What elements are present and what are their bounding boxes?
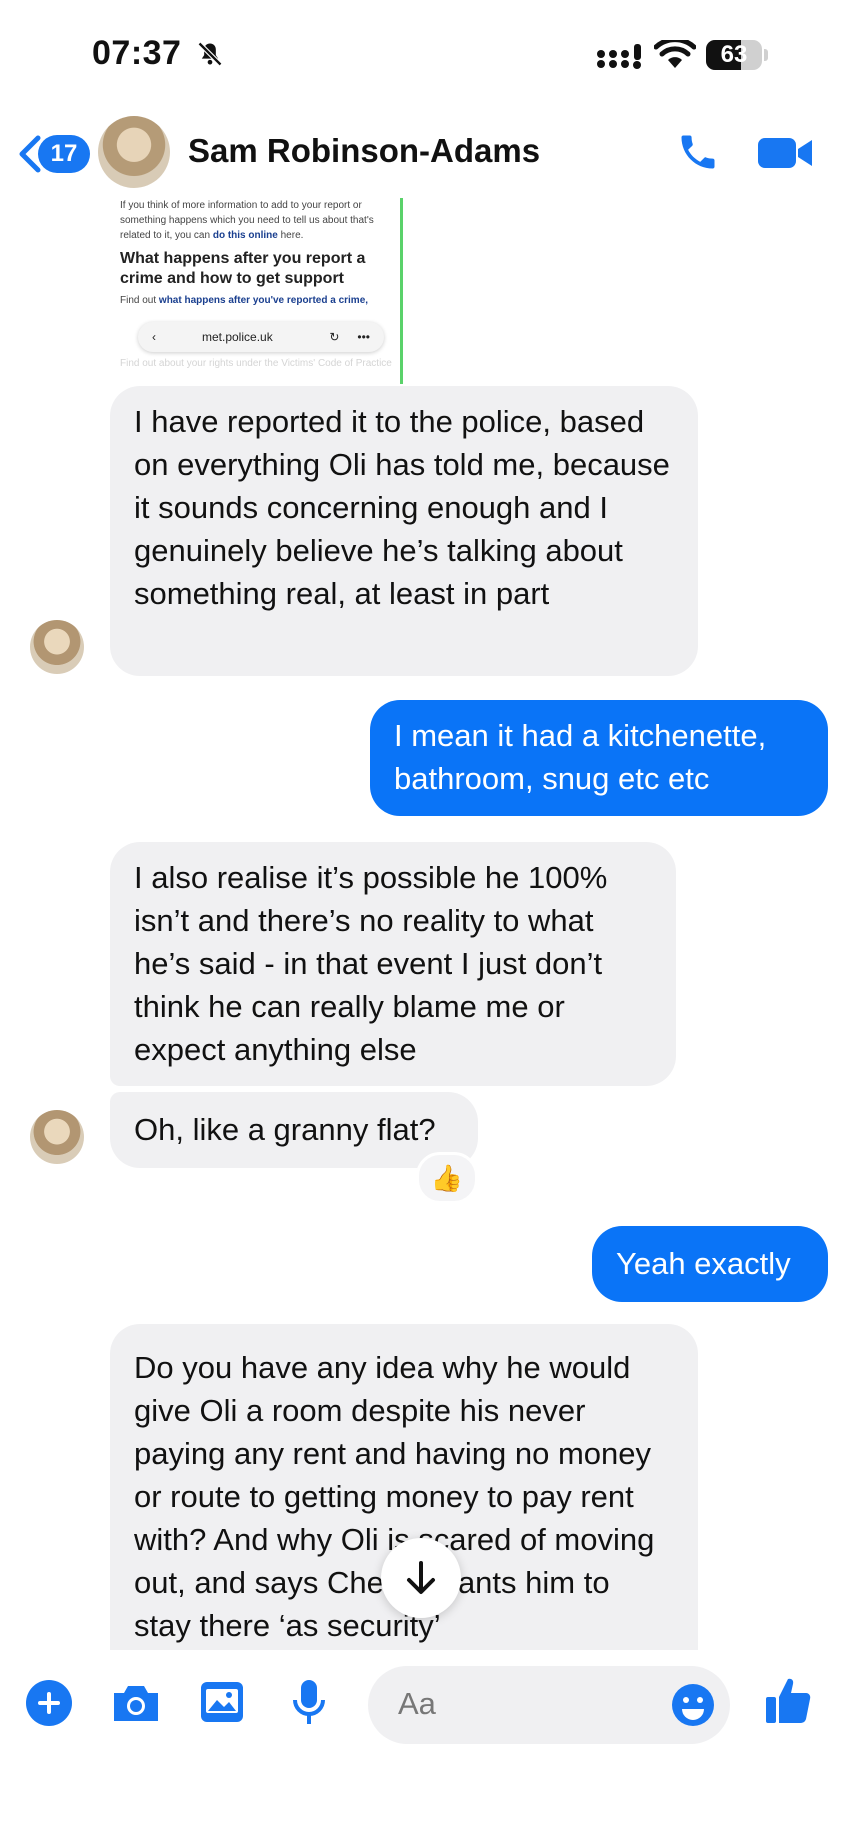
status-bar: 07:37 63 (0, 0, 843, 110)
shared-link-preview[interactable]: If you think of more information to add … (112, 198, 403, 384)
browser-back-icon[interactable]: ‹ (152, 330, 172, 344)
status-time: 07:37 (92, 34, 182, 72)
contact-avatar[interactable] (98, 116, 170, 188)
scroll-to-bottom-button[interactable] (381, 1538, 461, 1618)
message-bubble-received[interactable]: Oh, like a granny flat? (110, 1092, 478, 1168)
message-bubble-sent[interactable]: I mean it had a kitchenette, bathroom, s… (370, 700, 828, 816)
message-input-placeholder: Aa (398, 1686, 436, 1721)
photo-icon (201, 1682, 243, 1722)
unread-count-badge: 17 (38, 135, 90, 173)
emoji-icon[interactable] (670, 1682, 716, 1728)
message-input[interactable]: Aa (368, 1666, 730, 1744)
thumbs-up-icon (766, 1678, 811, 1723)
message-composer: Aa (0, 1650, 843, 1827)
preview-find-prefix: Find out (120, 295, 157, 306)
message-bubble-sent[interactable]: Yeah exactly (592, 1226, 828, 1302)
camera-icon (114, 1686, 158, 1721)
gallery-button[interactable] (198, 1678, 246, 1726)
battery-tip (764, 49, 768, 61)
preview-heading: What happens after you report a crime an… (120, 250, 366, 287)
preview-find: Find out what happens after you've repor… (112, 293, 400, 308)
preview-find-link[interactable]: what happens after you've reported a cri… (159, 295, 368, 306)
back-button[interactable]: 17 (16, 130, 90, 178)
contact-name[interactable]: Sam Robinson-Adams (188, 132, 540, 170)
message-text: I also realise it’s possible he 100% isn… (134, 860, 608, 1067)
arrow-down-icon (407, 1561, 435, 1594)
video-call-icon[interactable] (758, 134, 814, 172)
message-bubble-received[interactable]: I have reported it to the police, based … (110, 386, 698, 676)
preview-intro-end: here. (280, 230, 304, 241)
battery-indicator: 63 (706, 40, 762, 70)
camera-button[interactable] (110, 1678, 162, 1728)
preview-intro: If you think of more information to add … (112, 198, 400, 243)
microphone-icon (293, 1680, 325, 1724)
browser-toolbar: ‹ met.police.uk ↻ ••• (138, 322, 384, 352)
more-icon[interactable]: ••• (357, 330, 370, 344)
thumbs-up-reaction-icon: 👍 (430, 1162, 464, 1193)
like-button[interactable] (762, 1672, 814, 1728)
add-button[interactable] (26, 1680, 72, 1726)
message-text: I mean it had a kitchenette, bathroom, s… (394, 718, 767, 796)
voice-message-button[interactable] (286, 1676, 332, 1730)
battery-level: 63 (720, 41, 748, 68)
message-text: I have reported it to the police, based … (134, 404, 670, 611)
bell-slash-icon (197, 41, 223, 67)
reload-icon[interactable]: ↻ (329, 330, 339, 344)
message-bubble-received[interactable]: I also realise it’s possible he 100% isn… (110, 842, 676, 1086)
cellular-signal-icon (597, 44, 641, 69)
phone-call-icon[interactable] (676, 130, 720, 174)
preview-url[interactable]: met.police.uk (202, 330, 329, 344)
plus-icon (38, 1692, 60, 1714)
wifi-icon (654, 40, 696, 68)
conversation-header: 17 Sam Robinson-Adams (0, 110, 843, 202)
sender-avatar[interactable] (30, 1110, 84, 1164)
preview-intro-link[interactable]: do this online (213, 230, 278, 241)
message-text: Yeah exactly (616, 1246, 791, 1281)
preview-faded-text: Find out about your rights under the Vic… (120, 358, 392, 369)
sender-avatar[interactable] (30, 620, 84, 674)
message-text: Oh, like a granny flat? (134, 1112, 436, 1147)
reaction-badge[interactable]: 👍 (416, 1152, 478, 1204)
